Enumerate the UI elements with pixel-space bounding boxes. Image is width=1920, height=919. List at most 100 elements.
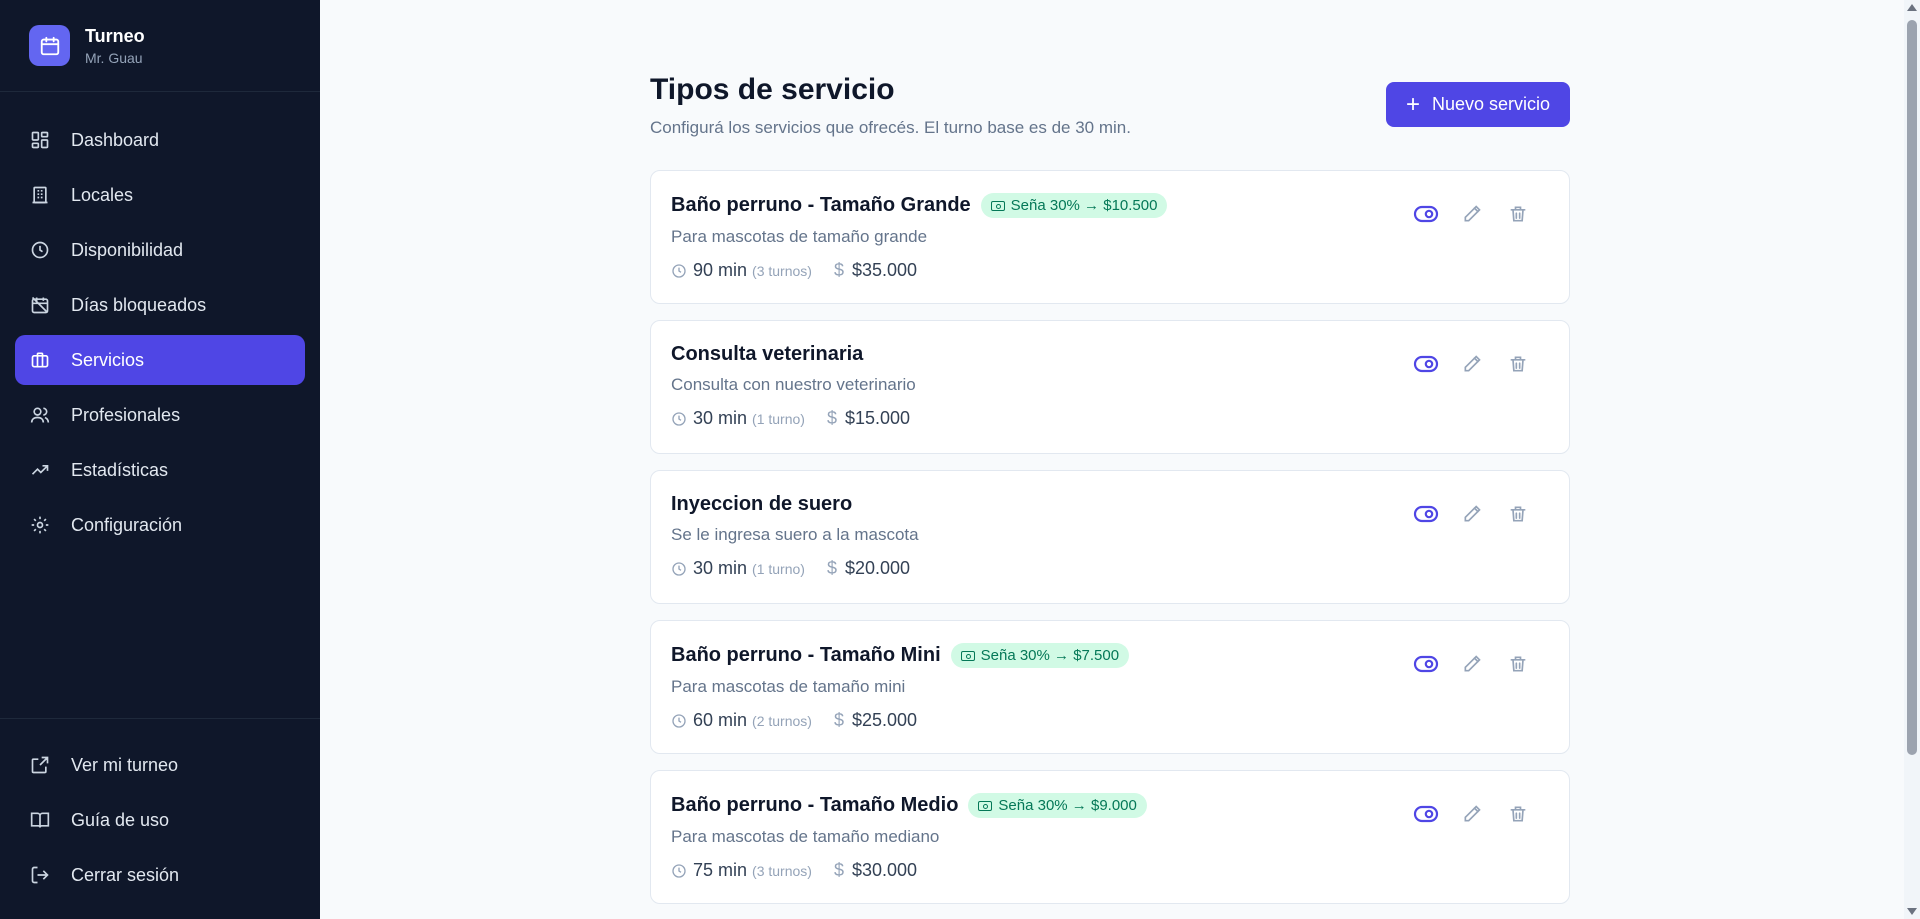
service-card: Baño perruno - Tamaño Mini Seña 30% → $7…: [650, 620, 1570, 754]
sidebar-item-label: Cerrar sesión: [71, 864, 180, 885]
delete-trash-icon[interactable]: [1505, 801, 1531, 827]
delete-trash-icon[interactable]: [1505, 651, 1531, 677]
cash-icon: [960, 650, 975, 661]
clock-icon: [671, 263, 687, 279]
toggle-visibility-icon[interactable]: [1413, 501, 1439, 527]
new-service-label: Nuevo servicio: [1431, 94, 1550, 114]
calendar-logo-icon: [29, 25, 70, 66]
calendar-blocked-icon: [29, 294, 51, 316]
service-duration: 60 min: [693, 710, 748, 730]
clock-icon: [671, 411, 687, 427]
brand-subtitle: Mr. Guau: [85, 49, 143, 66]
sidebar-item-configuracion[interactable]: Configuración: [15, 500, 305, 550]
sidebar-item-servicios[interactable]: Servicios: [15, 335, 305, 385]
service-name: Baño perruno - Tamaño Mini: [671, 644, 941, 666]
external-link-icon: [29, 754, 51, 776]
service-description: Para mascotas de tamaño mini: [671, 677, 906, 696]
service-turnos: (2 turnos): [752, 712, 812, 729]
service-description: Para mascotas de tamaño grande: [671, 227, 928, 246]
dollar-icon: $: [833, 710, 844, 730]
scroll-down-arrow-icon[interactable]: [1907, 908, 1917, 915]
toggle-visibility-icon[interactable]: [1413, 651, 1439, 677]
delete-trash-icon[interactable]: [1505, 351, 1531, 377]
service-list: Baño perruno - Tamaño Grande Seña 30% → …: [650, 170, 1570, 919]
sidebar-item-disponibilidad[interactable]: Disponibilidad: [15, 225, 305, 275]
sidebar-item-label: Servicios: [71, 349, 145, 370]
service-turnos: (3 turnos): [752, 262, 812, 279]
service-card: Consulta veterinaria Consulta con nuestr…: [650, 320, 1570, 454]
deposit-badge-text: Seña 30% → $9.000: [998, 797, 1137, 814]
service-duration: 30 min: [693, 408, 748, 428]
scroll-up-arrow-icon[interactable]: [1907, 4, 1917, 11]
edit-pencil-icon[interactable]: [1459, 351, 1485, 377]
toggle-visibility-icon[interactable]: [1413, 801, 1439, 827]
sidebar-item-guia-de-uso[interactable]: Guía de uso: [15, 795, 305, 845]
sidebar-item-label: Locales: [71, 184, 134, 205]
clock-icon: [671, 713, 687, 729]
sidebar-item-profesionales[interactable]: Profesionales: [15, 390, 305, 440]
delete-trash-icon[interactable]: [1505, 501, 1531, 527]
edit-pencil-icon[interactable]: [1459, 651, 1485, 677]
sidebar-item-cerrar-sesion[interactable]: Cerrar sesión: [15, 850, 305, 900]
trending-up-icon: [29, 459, 51, 481]
clock-icon: [29, 239, 51, 261]
deposit-badge-text: Seña 30% → $10.500: [1010, 197, 1158, 214]
toggle-visibility-icon[interactable]: [1413, 201, 1439, 227]
service-price: $30.000: [851, 860, 918, 880]
delete-trash-icon[interactable]: [1505, 201, 1531, 227]
new-service-button[interactable]: + Nuevo servicio: [1385, 82, 1570, 127]
gear-icon: [29, 514, 51, 536]
scrollbar[interactable]: [1904, 0, 1920, 919]
building-icon: [29, 184, 51, 206]
service-card: Baño perruno - Tamaño Grande Seña 30% → …: [650, 170, 1570, 304]
book-icon: [29, 809, 51, 831]
sidebar-item-ver-mi-turneo[interactable]: Ver mi turneo: [15, 740, 305, 790]
sidebar-item-estadisticas[interactable]: Estadísticas: [15, 445, 305, 495]
service-name: Baño perruno - Tamaño Medio: [671, 794, 959, 816]
clock-icon: [671, 863, 687, 879]
bottom-nav: Ver mi turneo Guía de uso Cerrar sesión: [0, 718, 320, 905]
sidebar-item-locales[interactable]: Locales: [15, 170, 305, 220]
sidebar-item-dias-bloqueados[interactable]: Días bloqueados: [15, 280, 305, 330]
sidebar-item-label: Ver mi turneo: [71, 754, 179, 775]
service-price: $15.000: [844, 408, 911, 428]
sidebar-item-label: Dashboard: [71, 129, 160, 150]
service-turnos: (1 turno): [752, 560, 805, 577]
sidebar-item-label: Estadísticas: [71, 459, 169, 480]
plus-icon: +: [1405, 90, 1420, 118]
service-name: Consulta veterinaria: [671, 343, 864, 365]
service-card: Inyeccion de suero Se le ingresa suero a…: [650, 470, 1570, 604]
deposit-badge: Seña 30% → $7.500: [950, 643, 1130, 668]
service-price: $25.000: [851, 710, 918, 730]
deposit-badge: Seña 30% → $9.000: [968, 793, 1147, 818]
deposit-badge-text: Seña 30% → $7.500: [980, 647, 1120, 664]
sidebar-item-label: Disponibilidad: [71, 239, 184, 260]
service-duration: 90 min: [693, 260, 748, 280]
users-icon: [29, 404, 51, 426]
brand: Turneo Mr. Guau: [0, 0, 320, 92]
edit-pencil-icon[interactable]: [1459, 201, 1485, 227]
deposit-badge: Seña 30% → $10.500: [980, 193, 1168, 218]
main-content: Tipos de servicio Configurá los servicio…: [320, 0, 1920, 919]
main-nav: Dashboard Locales Disponibilidad Días bl…: [15, 115, 305, 555]
dollar-icon: $: [833, 260, 844, 280]
sidebar-item-dashboard[interactable]: Dashboard: [15, 115, 305, 165]
brand-title: Turneo: [85, 25, 145, 46]
service-description: Consulta con nuestro veterinario: [671, 375, 916, 394]
dollar-icon: $: [833, 860, 844, 880]
dashboard-icon: [29, 129, 51, 151]
service-price: $35.000: [851, 260, 918, 280]
toggle-visibility-icon[interactable]: [1413, 351, 1439, 377]
briefcase-icon: [29, 349, 51, 371]
service-turnos: (3 turnos): [752, 862, 812, 879]
clock-icon: [671, 561, 687, 577]
edit-pencil-icon[interactable]: [1459, 501, 1485, 527]
service-card: Baño perruno - Tamaño Medio Seña 30% → $…: [650, 770, 1570, 904]
sidebar-item-label: Días bloqueados: [71, 294, 207, 315]
service-duration: 30 min: [693, 558, 748, 578]
scroll-thumb[interactable]: [1907, 20, 1917, 755]
edit-pencil-icon[interactable]: [1459, 801, 1485, 827]
service-description: Se le ingresa suero a la mascota: [671, 525, 919, 544]
service-duration: 75 min: [693, 860, 748, 880]
service-price: $20.000: [844, 558, 911, 578]
